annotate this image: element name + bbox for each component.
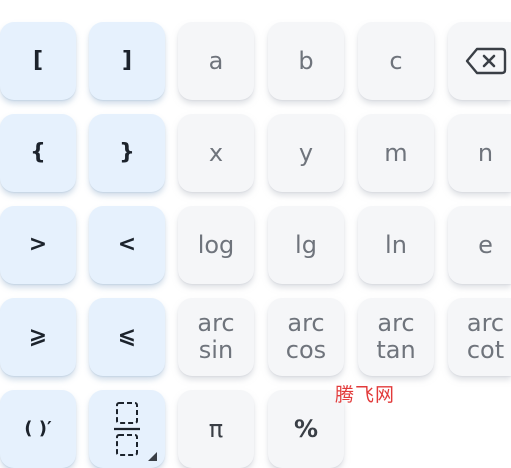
key-label: ]	[121, 48, 133, 73]
ln-key[interactable]: ln	[358, 206, 434, 284]
key-label: arc sin	[197, 309, 235, 364]
key-label: %	[293, 415, 319, 443]
backspace-button[interactable]	[448, 22, 511, 100]
key-label: a	[208, 47, 224, 75]
key-label: ⩽	[117, 324, 137, 349]
backspace-icon	[465, 47, 507, 75]
b-key[interactable]: b	[268, 22, 344, 100]
n-key[interactable]: n	[448, 114, 511, 192]
lg-key[interactable]: lg	[268, 206, 344, 284]
y-key[interactable]: y	[268, 114, 344, 192]
key-label: [	[32, 48, 44, 73]
m-key[interactable]: m	[358, 114, 434, 192]
key-label: >	[28, 232, 48, 257]
key-label: ( )′	[24, 418, 52, 439]
e-key[interactable]: e	[448, 206, 511, 284]
a-key[interactable]: a	[178, 22, 254, 100]
watermark-text: 腾飞网	[335, 384, 396, 406]
key-label: b	[298, 47, 314, 75]
arccos-key[interactable]: arc cos	[268, 298, 344, 376]
key-label: ln	[385, 231, 407, 259]
key-label: {	[30, 140, 46, 165]
key-label: m	[384, 139, 408, 167]
close-brace-key[interactable]: }	[89, 114, 165, 192]
derivative-key[interactable]: ( )′	[0, 390, 76, 468]
key-label: y	[298, 139, 314, 167]
key-label: }	[119, 140, 135, 165]
fraction-key[interactable]	[89, 390, 165, 468]
c-key[interactable]: c	[358, 22, 434, 100]
key-label: ⩾	[28, 324, 48, 349]
key-label: arc tan	[376, 309, 416, 364]
percent-key[interactable]: %	[268, 390, 344, 468]
key-label: log	[197, 231, 235, 259]
close-bracket-key[interactable]: ]	[89, 22, 165, 100]
key-label: x	[208, 139, 224, 167]
log-key[interactable]: log	[178, 206, 254, 284]
pi-key[interactable]: π	[178, 390, 254, 468]
fraction-template-icon	[112, 400, 142, 458]
arcsin-key[interactable]: arc sin	[178, 298, 254, 376]
open-brace-key[interactable]: {	[0, 114, 76, 192]
less-equal-key[interactable]: ⩽	[89, 298, 165, 376]
key-label: π	[208, 415, 224, 443]
key-label: lg	[295, 231, 317, 259]
key-label: n	[477, 139, 494, 167]
key-label: e	[478, 231, 493, 259]
more-options-indicator-icon	[148, 452, 157, 461]
key-label: arc cos	[285, 309, 327, 364]
arctan-key[interactable]: arc tan	[358, 298, 434, 376]
key-label: c	[389, 47, 403, 75]
greater-equal-key[interactable]: ⩾	[0, 298, 76, 376]
x-key[interactable]: x	[178, 114, 254, 192]
key-label: arc cot	[466, 309, 505, 364]
key-label: <	[117, 232, 137, 257]
arccot-key[interactable]: arc cot	[448, 298, 511, 376]
open-bracket-key[interactable]: [	[0, 22, 76, 100]
greater-than-key[interactable]: >	[0, 206, 76, 284]
less-than-key[interactable]: <	[89, 206, 165, 284]
